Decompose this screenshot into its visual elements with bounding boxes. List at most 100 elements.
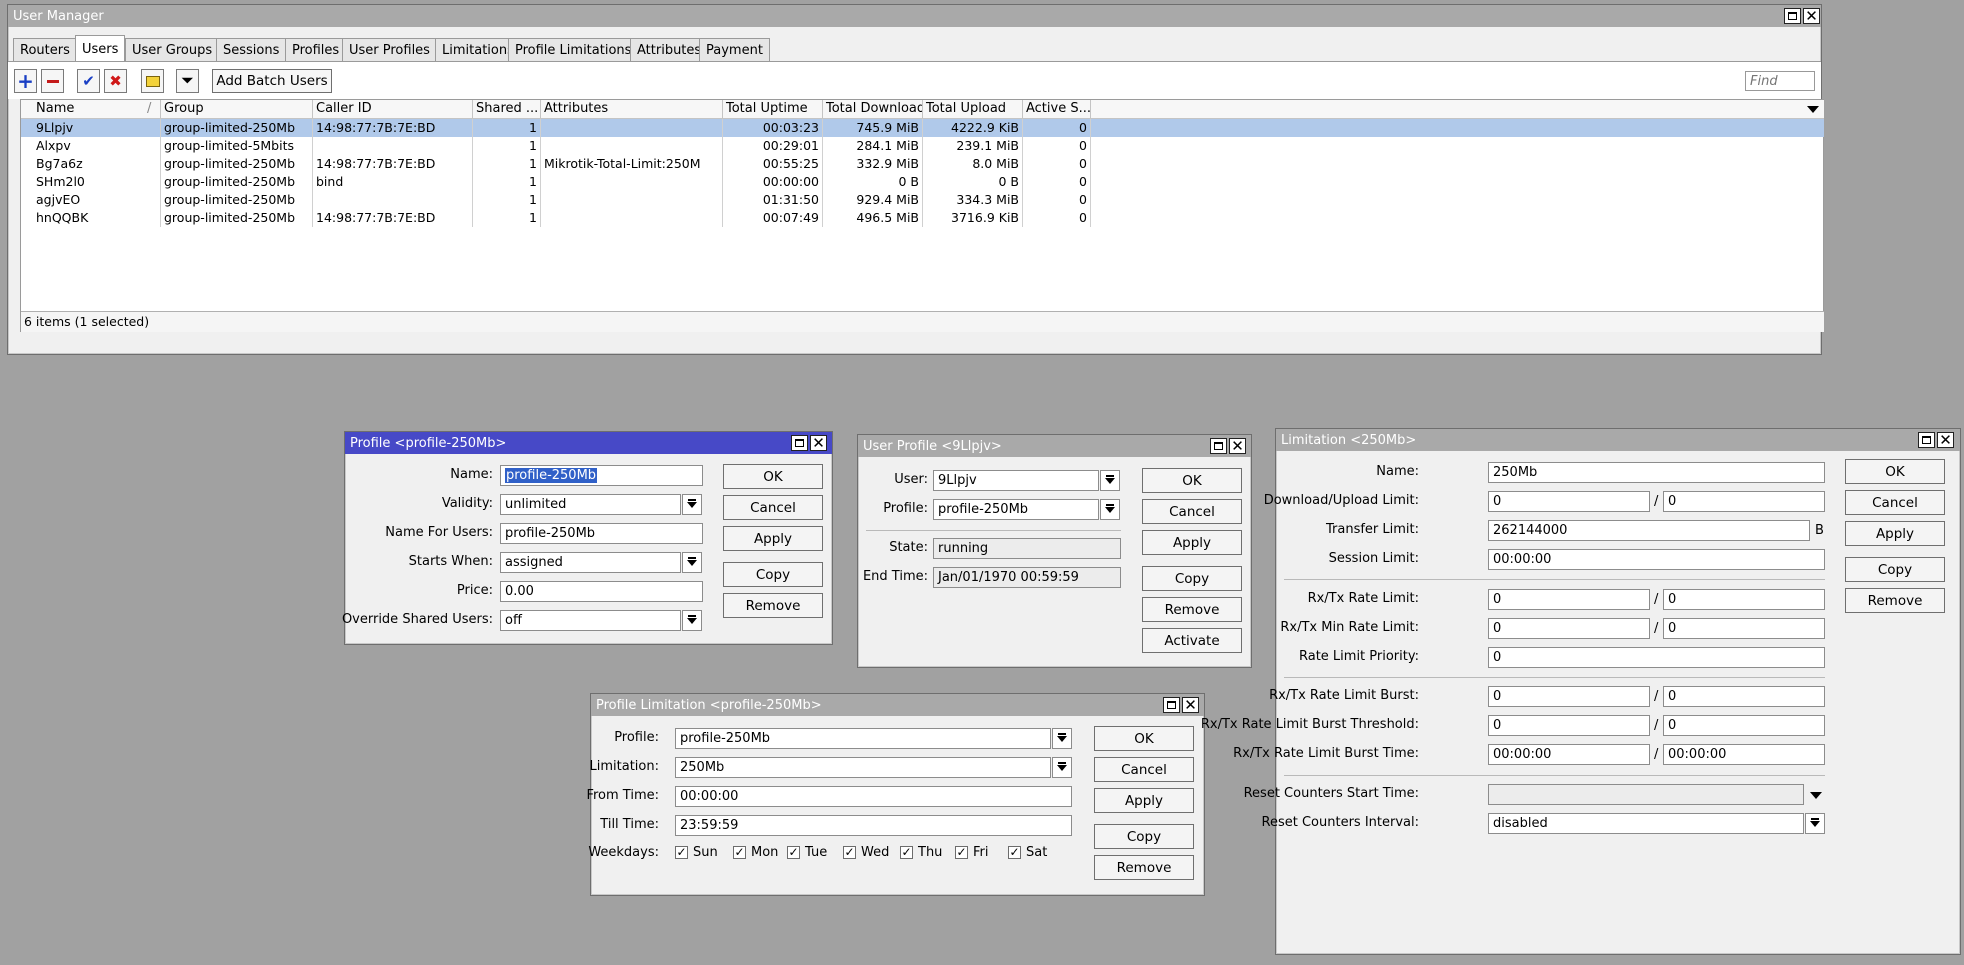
reset-interval-dropdown[interactable]	[1805, 813, 1825, 834]
apply-button[interactable]: Apply	[1142, 530, 1242, 555]
tab-user-groups[interactable]: User Groups	[125, 38, 220, 62]
column-header-caller-id[interactable]: Caller ID	[313, 100, 473, 119]
maximize-button[interactable]	[791, 435, 808, 451]
limitation-select[interactable]: 250Mb	[675, 757, 1051, 778]
cancel-button[interactable]: Cancel	[1845, 490, 1945, 515]
tab-user-profiles[interactable]: User Profiles	[342, 38, 437, 62]
till-time-field[interactable]: 23:59:59	[675, 815, 1072, 836]
profile-select[interactable]: profile-250Mb	[675, 728, 1051, 749]
tab-profile-limitations[interactable]: Profile Limitations	[508, 38, 639, 62]
weekday-checkbox-sat[interactable]: ✓	[1008, 846, 1021, 859]
maximize-button[interactable]	[1918, 432, 1935, 448]
close-button[interactable]: ✕	[1229, 438, 1246, 454]
weekday-checkbox-fri[interactable]: ✓	[955, 846, 968, 859]
limitation-dropdown[interactable]	[1052, 757, 1072, 778]
profile-dropdown[interactable]	[1052, 728, 1072, 749]
ok-button[interactable]: OK	[1845, 459, 1945, 484]
min-rate-tx-field[interactable]: 0	[1663, 618, 1825, 639]
weekday-checkbox-thu[interactable]: ✓	[900, 846, 913, 859]
tab-routers[interactable]: Routers	[13, 38, 77, 62]
remove-button[interactable]: Remove	[1142, 597, 1242, 622]
starts-when-dropdown[interactable]	[682, 552, 702, 573]
burst-threshold-rx-field[interactable]: 0	[1488, 715, 1650, 736]
close-button[interactable]: ✕	[1182, 697, 1199, 713]
add-batch-users-button[interactable]: Add Batch Users	[212, 69, 332, 93]
maximize-button[interactable]	[1210, 438, 1227, 454]
ok-button[interactable]: OK	[1094, 726, 1194, 751]
comment-button[interactable]	[141, 69, 164, 93]
ok-button[interactable]: OK	[1142, 468, 1242, 493]
maximize-button[interactable]	[1784, 8, 1801, 24]
tab-sessions[interactable]: Sessions	[216, 38, 287, 62]
tab-profiles[interactable]: Profiles	[285, 38, 347, 62]
burst-time-rx-field[interactable]: 00:00:00	[1488, 744, 1650, 765]
burst-tx-field[interactable]: 0	[1663, 686, 1825, 707]
apply-button[interactable]: Apply	[1845, 521, 1945, 546]
column-header-attributes[interactable]: Attributes	[541, 100, 723, 119]
override-dropdown[interactable]	[682, 610, 702, 631]
copy-button[interactable]: Copy	[1142, 566, 1242, 591]
burst-time-tx-field[interactable]: 00:00:00	[1663, 744, 1825, 765]
burst-rx-field[interactable]: 0	[1488, 686, 1650, 707]
column-header-shared[interactable]: Shared ...	[473, 100, 541, 119]
column-header-active-sessions[interactable]: Active S...	[1023, 100, 1091, 119]
enable-button[interactable]: ✔	[77, 69, 100, 93]
table-row[interactable]: SHm2l0 group-limited-250Mb bind 1 00:00:00 0 …	[21, 173, 1824, 191]
weekday-checkbox-sun[interactable]: ✓	[675, 846, 688, 859]
starts-when-select[interactable]: assigned	[500, 552, 681, 573]
user-select[interactable]: 9Llpjv	[933, 470, 1099, 491]
price-field[interactable]: 0.00	[500, 581, 703, 602]
transfer-limit-field[interactable]: 262144000	[1488, 520, 1810, 541]
weekday-checkbox-wed[interactable]: ✓	[843, 846, 856, 859]
cancel-button[interactable]: Cancel	[1094, 757, 1194, 782]
column-header-group[interactable]: Group	[161, 100, 313, 119]
reset-start-dropdown[interactable]	[1807, 788, 1825, 802]
profile-select[interactable]: profile-250Mb	[933, 499, 1099, 520]
min-rate-rx-field[interactable]: 0	[1488, 618, 1650, 639]
filter-button[interactable]: ⏷	[176, 69, 199, 93]
cancel-button[interactable]: Cancel	[723, 495, 823, 520]
reset-counters-start-time-field[interactable]	[1488, 784, 1804, 805]
table-row[interactable]: agjvEO group-limited-250Mb 1 01:31:50 929.4 …	[21, 191, 1824, 209]
column-header-total-upload[interactable]: Total Upload	[923, 100, 1023, 119]
column-header-total-download[interactable]: Total Download	[823, 100, 923, 119]
column-header-total-uptime[interactable]: Total Uptime	[723, 100, 823, 119]
name-field[interactable]: 250Mb	[1488, 462, 1825, 483]
reset-counters-interval-select[interactable]: disabled	[1488, 813, 1804, 834]
name-for-users-field[interactable]: profile-250Mb	[500, 523, 703, 544]
remove-button[interactable]: Remove	[1845, 588, 1945, 613]
tab-attributes[interactable]: Attributes	[630, 38, 709, 62]
disable-button[interactable]: ✖	[104, 69, 127, 93]
add-button[interactable]: +	[14, 69, 37, 93]
activate-button[interactable]: Activate	[1142, 628, 1242, 653]
remove-button[interactable]: Remove	[1094, 855, 1194, 880]
close-button[interactable]: ✕	[1937, 432, 1954, 448]
override-shared-users-select[interactable]: off	[500, 610, 681, 631]
validity-dropdown[interactable]	[682, 494, 702, 515]
rate-limit-rx-field[interactable]: 0	[1488, 589, 1650, 610]
name-field[interactable]: profile-250Mb	[500, 465, 703, 486]
copy-button[interactable]: Copy	[1094, 824, 1194, 849]
copy-button[interactable]: Copy	[1845, 557, 1945, 582]
upload-limit-field[interactable]: 0	[1663, 491, 1825, 512]
tab-users[interactable]: Users	[75, 35, 126, 62]
table-row[interactable]: Alxpv group-limited-5Mbits 1 00:29:01 284.1 …	[21, 137, 1824, 155]
burst-threshold-tx-field[interactable]: 0	[1663, 715, 1825, 736]
find-input[interactable]	[1745, 71, 1815, 91]
close-button[interactable]: ✕	[810, 435, 827, 451]
user-dropdown[interactable]	[1100, 470, 1120, 491]
copy-button[interactable]: Copy	[723, 562, 823, 587]
remove-button[interactable]: Remove	[723, 593, 823, 618]
validity-select[interactable]: unlimited	[500, 494, 681, 515]
remove-button[interactable]	[41, 69, 64, 93]
column-header-name[interactable]: Name /	[21, 100, 161, 119]
session-limit-field[interactable]: 00:00:00	[1488, 549, 1825, 570]
table-row[interactable]: 9Llpjv group-limited-250Mb 14:98:77:7B:7E:…	[21, 119, 1824, 137]
apply-button[interactable]: Apply	[1094, 788, 1194, 813]
close-button[interactable]: ✕	[1803, 8, 1820, 24]
from-time-field[interactable]: 00:00:00	[675, 786, 1072, 807]
rate-limit-tx-field[interactable]: 0	[1663, 589, 1825, 610]
table-row[interactable]: Bg7a6z group-limited-250Mb 14:98:77:7B:7E:…	[21, 155, 1824, 173]
download-limit-field[interactable]: 0	[1488, 491, 1650, 512]
ok-button[interactable]: OK	[723, 464, 823, 489]
